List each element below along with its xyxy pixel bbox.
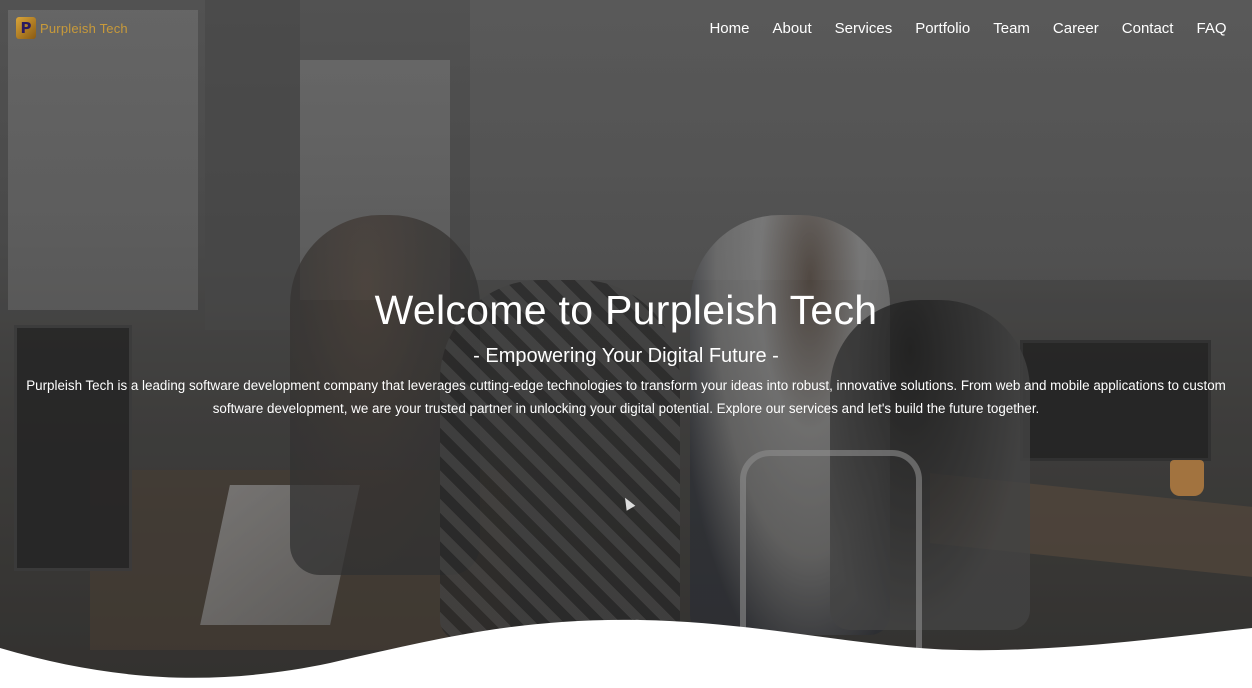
nav-menu: Home About Services Portfolio Team Caree… bbox=[698, 20, 1238, 37]
nav-item-team[interactable]: Team bbox=[982, 20, 1042, 37]
nav-item-contact[interactable]: Contact bbox=[1110, 20, 1185, 37]
nav-item-portfolio[interactable]: Portfolio bbox=[904, 20, 982, 37]
nav-item-services[interactable]: Services bbox=[823, 20, 904, 37]
nav-item-career[interactable]: Career bbox=[1041, 20, 1110, 37]
hero-bottom-wave bbox=[0, 619, 1252, 688]
nav-item-about[interactable]: About bbox=[761, 20, 823, 37]
hero-description: Purpleish Tech is a leading software dev… bbox=[26, 378, 1226, 416]
hero-section: P Purpleish Tech Home About Services Por… bbox=[0, 0, 1252, 688]
hero-subtitle: - Empowering Your Digital Future - bbox=[473, 345, 779, 367]
nav-item-faq[interactable]: FAQ bbox=[1185, 20, 1238, 37]
nav-item-home[interactable]: Home bbox=[698, 20, 761, 37]
brand[interactable]: P Purpleish Tech bbox=[16, 17, 128, 39]
hero-content: Welcome to Purpleish Tech - Empowering Y… bbox=[0, 282, 1252, 420]
top-navbar: P Purpleish Tech Home About Services Por… bbox=[0, 0, 1252, 56]
brand-logo-icon[interactable]: P bbox=[16, 17, 36, 39]
hero-title: Welcome to Purpleish Tech bbox=[374, 287, 878, 333]
brand-name[interactable]: Purpleish Tech bbox=[40, 21, 128, 36]
